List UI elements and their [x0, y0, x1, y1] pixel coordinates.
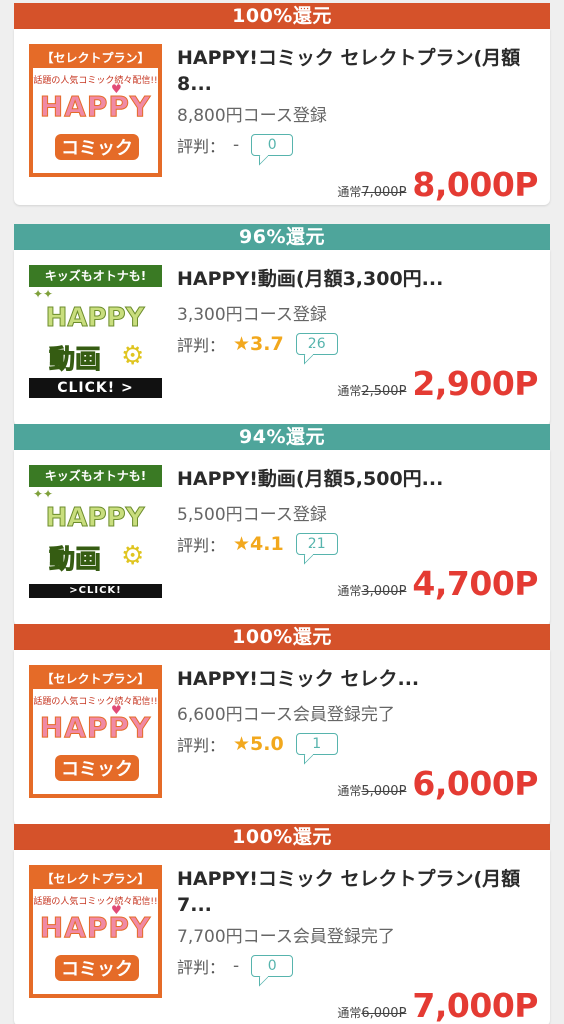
normal-price: 7,000P [361, 185, 407, 200]
price-row: 通常 2,500P 2,900P [337, 364, 538, 403]
rating-value: ★3.7 [233, 333, 284, 355]
rating-value: ★4.1 [233, 533, 284, 555]
thumbnail-word: コミック [55, 955, 139, 981]
thumbnail-subtitle: 話題の人気コミック続々配信!! [33, 697, 158, 707]
thumbnail-plan-label: 【セレクトプラン】 [33, 48, 158, 68]
offer-thumbnail[interactable]: キッズもオトナも! ✦✦ HAPPY 動画 ⚙ CLICK! > [29, 265, 162, 398]
rating-row: 評判： ★3.7 26 [177, 330, 338, 358]
thumbnail-word: コミック [55, 755, 139, 781]
star-icon: ✦✦ [33, 287, 54, 301]
thumbnail-word: 動画 [48, 345, 102, 376]
normal-label: 通常 [337, 784, 362, 798]
offer-card[interactable]: 100%還元 【セレクトプラン】 話題の人気コミック続々配信!! ♥ HAPPY… [14, 824, 550, 1024]
rating-value: - [233, 956, 240, 976]
normal-price: 3,000P [361, 584, 407, 599]
course-text: 5,500円コース登録 [177, 505, 327, 525]
course-text: 8,800円コース登録 [177, 106, 327, 126]
return-rate-banner: 100%還元 [14, 624, 550, 650]
star-icon: ✦✦ [33, 487, 54, 501]
price-row: 通常 7,000P 8,000P [337, 165, 538, 204]
review-count-bubble[interactable]: 1 [295, 733, 338, 755]
offer-thumbnail[interactable]: 【セレクトプラン】 話題の人気コミック続々配信!! ♥ HAPPY コミック [29, 865, 162, 998]
rating-value: ★5.0 [233, 733, 284, 755]
normal-price: 6,000P [361, 1006, 407, 1021]
price-row: 通常 5,000P 6,000P [337, 764, 538, 803]
review-count-bubble[interactable]: 0 [251, 955, 294, 977]
thumbnail-subtitle: 話題の人気コミック続々配信!! [33, 897, 158, 907]
point-value: 6,000P [412, 764, 538, 803]
rating-row: 評判： - 0 [177, 952, 294, 980]
rating-row: 評判： ★4.1 21 [177, 530, 338, 558]
review-count-bubble[interactable]: 21 [295, 533, 338, 555]
offer-title[interactable]: HAPPY!動画(月額5,500円... [177, 466, 537, 492]
normal-label: 通常 [337, 1006, 362, 1020]
offer-card[interactable]: 94%還元 キッズもオトナも! ✦✦ HAPPY 動画 ⚙ >CLICK! HA… [14, 424, 550, 626]
course-text: 7,700円コース会員登録完了 [177, 927, 395, 947]
point-value: 4,700P [412, 564, 538, 603]
course-text: 6,600円コース会員登録完了 [177, 705, 395, 725]
rating-label: 評判： [177, 736, 226, 755]
rating-label: 評判： [177, 137, 226, 156]
rating-value: - [233, 135, 240, 155]
thumbnail-tagline: キッズもオトナも! [29, 265, 162, 287]
normal-price: 2,500P [361, 384, 407, 399]
thumbnail-word: 動画 [48, 545, 102, 576]
review-count-bubble[interactable]: 0 [251, 134, 294, 156]
camera-icon: ⚙ [121, 541, 145, 571]
offer-thumbnail[interactable]: 【セレクトプラン】 話題の人気コミック続々配信!! ♥ HAPPY コミック [29, 665, 162, 798]
normal-price: 5,000P [361, 784, 407, 799]
thumbnail-logo: HAPPY [39, 911, 152, 945]
rating-row: 評判： - 0 [177, 131, 294, 159]
offer-card[interactable]: 96%還元 キッズもオトナも! ✦✦ HAPPY 動画 ⚙ CLICK! > H… [14, 224, 550, 426]
offer-thumbnail[interactable]: キッズもオトナも! ✦✦ HAPPY 動画 ⚙ >CLICK! [29, 465, 162, 598]
camera-icon: ⚙ [121, 341, 145, 371]
rating-label: 評判： [177, 536, 226, 555]
offer-card[interactable]: 100%還元 【セレクトプラン】 話題の人気コミック続々配信!! ♥ HAPPY… [14, 3, 550, 205]
rating-label: 評判： [177, 336, 226, 355]
thumbnail-logo: HAPPY [45, 303, 145, 334]
thumbnail-logo: HAPPY [45, 503, 145, 534]
thumbnail-plan-label: 【セレクトプラン】 [33, 869, 158, 889]
thumbnail-subtitle: 話題の人気コミック続々配信!! [33, 76, 158, 86]
thumbnail-plan-label: 【セレクトプラン】 [33, 669, 158, 689]
thumbnail-logo: HAPPY [39, 711, 152, 745]
normal-label: 通常 [337, 384, 362, 398]
review-count-bubble[interactable]: 26 [295, 333, 338, 355]
offer-title[interactable]: HAPPY!コミック セレクトプラン(月額 8... [177, 45, 537, 97]
offer-title[interactable]: HAPPY!動画(月額3,300円... [177, 266, 537, 292]
offer-title[interactable]: HAPPY!コミック セレクトプラン(月額 7... [177, 866, 537, 918]
offer-title[interactable]: HAPPY!コミック セレク... [177, 666, 537, 692]
rating-label: 評判： [177, 958, 226, 977]
normal-label: 通常 [337, 584, 362, 598]
point-value: 7,000P [412, 986, 538, 1024]
rating-row: 評判： ★5.0 1 [177, 730, 338, 758]
normal-label: 通常 [337, 185, 362, 199]
offer-card[interactable]: 100%還元 【セレクトプラン】 話題の人気コミック続々配信!! ♥ HAPPY… [14, 624, 550, 826]
click-label: >CLICK! [29, 584, 162, 598]
thumbnail-logo: HAPPY [39, 90, 152, 124]
return-rate-banner: 100%還元 [14, 824, 550, 850]
offer-thumbnail[interactable]: 【セレクトプラン】 話題の人気コミック続々配信!! ♥ HAPPY コミック [29, 44, 162, 177]
price-row: 通常 6,000P 7,000P [337, 986, 538, 1024]
point-value: 2,900P [412, 364, 538, 403]
price-row: 通常 3,000P 4,700P [337, 564, 538, 603]
point-value: 8,000P [412, 165, 538, 204]
course-text: 3,300円コース登録 [177, 305, 327, 325]
return-rate-banner: 100%還元 [14, 3, 550, 29]
click-label: CLICK! > [29, 378, 162, 398]
return-rate-banner: 96%還元 [14, 224, 550, 250]
thumbnail-word: コミック [55, 134, 139, 160]
return-rate-banner: 94%還元 [14, 424, 550, 450]
thumbnail-tagline: キッズもオトナも! [29, 465, 162, 487]
